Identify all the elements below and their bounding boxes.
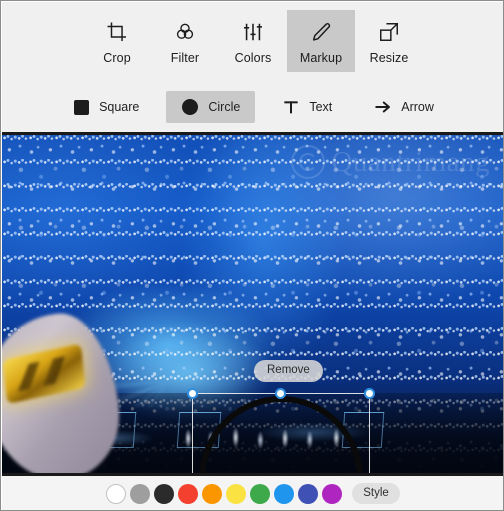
shape-arrow-label: Arrow <box>401 99 434 114</box>
shape-text[interactable]: Text <box>267 91 347 123</box>
tool-filter-label: Filter <box>170 51 200 65</box>
shape-tool-row: Square Circle Text Arrow <box>2 90 503 124</box>
photos-editor-window: Crop Filter Colors Markup Resize Square … <box>0 0 504 511</box>
color-swatch-yellow[interactable] <box>226 483 247 504</box>
tool-markup[interactable]: Markup <box>287 10 355 72</box>
tool-filter[interactable]: Filter <box>151 10 219 72</box>
selection-bounding-box[interactable] <box>187 388 375 475</box>
color-swatch-gray[interactable] <box>130 483 151 504</box>
sliders-icon <box>242 19 264 45</box>
editor-toolbar: Crop Filter Colors Markup Resize Square … <box>2 2 503 132</box>
color-swatch-red[interactable] <box>178 483 199 504</box>
shape-circle-label: Circle <box>208 99 241 114</box>
color-palette-bar: Style <box>2 476 503 510</box>
filter-icon <box>174 19 196 45</box>
shape-circle[interactable]: Circle <box>166 91 256 123</box>
resize-icon <box>378 19 400 45</box>
resize-handle-nw[interactable] <box>187 388 198 399</box>
remove-button[interactable]: Remove <box>254 360 323 382</box>
tool-colors-label: Colors <box>234 51 272 65</box>
resize-handle-n[interactable] <box>275 388 286 399</box>
shape-arrow[interactable]: Arrow <box>359 91 449 123</box>
shape-square-label: Square <box>99 99 140 114</box>
color-swatch-purple[interactable] <box>322 483 343 504</box>
color-swatch-white[interactable] <box>106 483 127 504</box>
color-swatch-green[interactable] <box>250 483 271 504</box>
color-swatch-black[interactable] <box>154 483 175 504</box>
tool-resize[interactable]: Resize <box>355 10 423 72</box>
resize-handle-ne[interactable] <box>364 388 375 399</box>
filled-square-icon <box>72 98 90 116</box>
primary-tool-row: Crop Filter Colors Markup Resize <box>2 10 503 80</box>
gold-badge <box>2 343 86 405</box>
color-swatch-orange[interactable] <box>202 483 223 504</box>
tool-crop[interactable]: Crop <box>83 10 151 72</box>
pencil-icon <box>310 19 332 45</box>
style-button[interactable]: Style <box>352 483 400 504</box>
tool-markup-label: Markup <box>299 51 343 65</box>
shape-text-label: Text <box>309 99 333 114</box>
filled-circle-icon <box>181 98 199 116</box>
color-swatch-indigo[interactable] <box>298 483 319 504</box>
image-canvas[interactable]: Quantrimang Remove <box>2 135 503 475</box>
arrow-right-icon <box>374 98 392 116</box>
text-t-icon <box>282 98 300 116</box>
tool-colors[interactable]: Colors <box>219 10 287 72</box>
crop-icon <box>106 19 128 45</box>
tool-crop-label: Crop <box>103 51 131 65</box>
shape-square[interactable]: Square <box>57 91 154 123</box>
tool-resize-label: Resize <box>369 51 409 65</box>
color-swatch-blue[interactable] <box>274 483 295 504</box>
